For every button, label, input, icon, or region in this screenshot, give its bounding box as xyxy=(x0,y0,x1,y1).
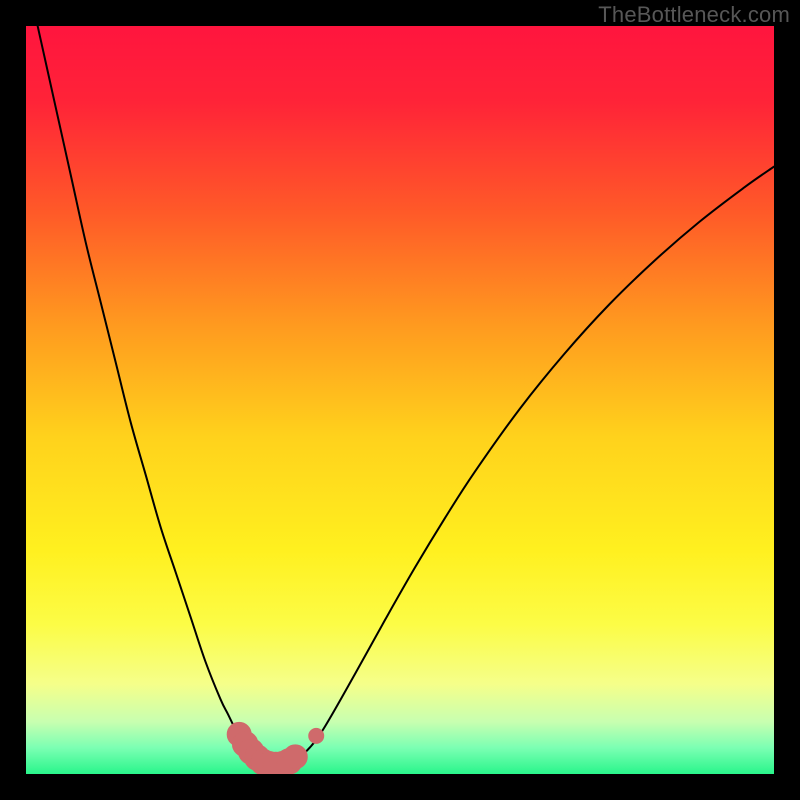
curve-marker xyxy=(283,745,307,769)
chart-frame: TheBottleneck.com xyxy=(0,0,800,800)
watermark-text: TheBottleneck.com xyxy=(598,2,790,28)
gradient-background xyxy=(26,26,774,774)
chart-svg xyxy=(26,26,774,774)
plot-area xyxy=(26,26,774,774)
curve-marker xyxy=(309,728,324,743)
